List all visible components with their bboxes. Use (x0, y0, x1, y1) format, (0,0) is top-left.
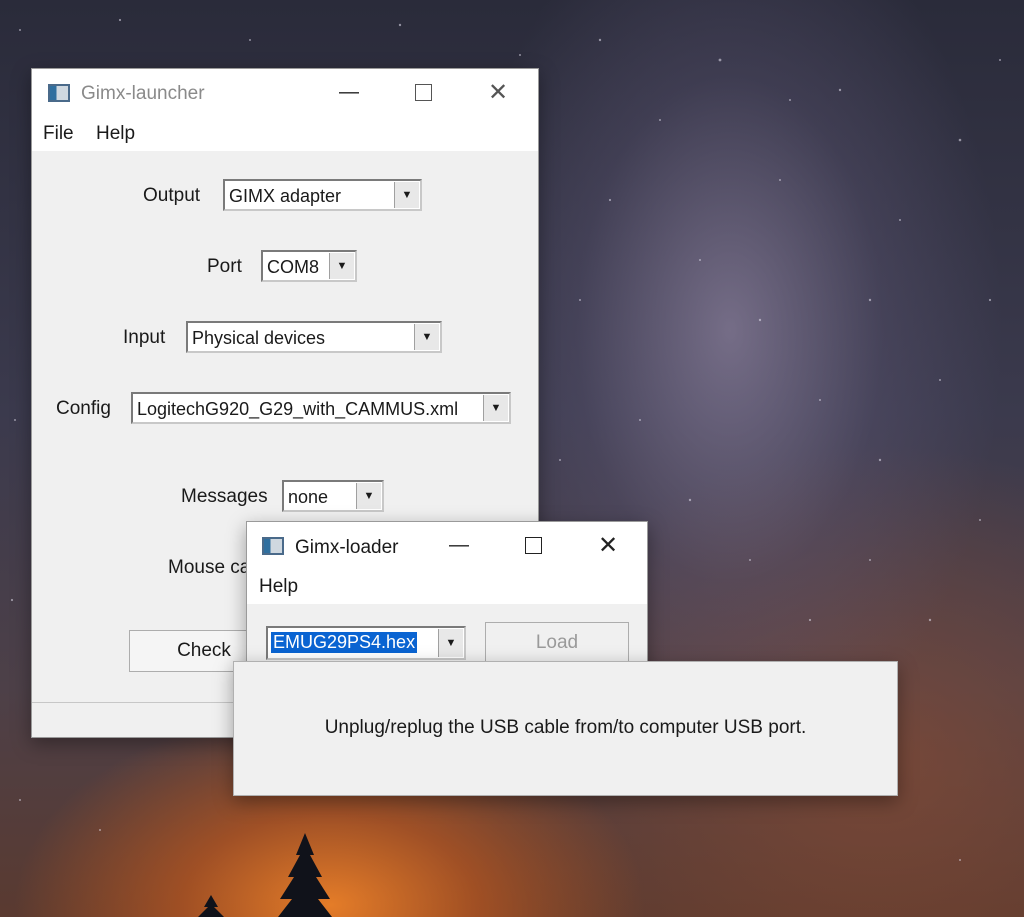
firmware-select[interactable]: EMUG29PS4.hex ▼ (266, 626, 466, 660)
chevron-down-icon: ▼ (356, 483, 381, 509)
minimize-button[interactable]: — (319, 69, 379, 115)
loader-menubar: Help (247, 570, 647, 604)
minimize-button[interactable]: — (429, 522, 489, 568)
load-button[interactable]: Load (485, 622, 629, 664)
config-select[interactable]: LogitechG920_G29_with_CAMMUS.xml ▼ (131, 392, 511, 424)
close-button[interactable]: ✕ (468, 69, 528, 115)
input-value: Physical devices (192, 328, 326, 348)
window-title: Gimx-loader (295, 537, 399, 558)
close-icon: ✕ (487, 78, 509, 106)
input-select[interactable]: Physical devices ▼ (186, 321, 442, 353)
output-label: Output (143, 185, 201, 206)
menu-file[interactable]: File (43, 123, 74, 145)
close-icon: ✕ (597, 531, 619, 559)
output-select[interactable]: GIMX adapter ▼ (223, 179, 422, 211)
output-value: GIMX adapter (229, 186, 342, 206)
mouse-label: Mouse ca (168, 557, 251, 578)
launcher-menubar: File Help (32, 117, 538, 151)
app-icon (262, 537, 284, 555)
port-value: COM8 (267, 257, 320, 277)
messages-value: none (288, 487, 329, 507)
input-label: Input (123, 327, 166, 348)
tree-silhouette (278, 833, 332, 917)
maximize-button[interactable] (503, 522, 563, 568)
menu-help[interactable]: Help (259, 576, 298, 598)
config-value: LogitechG920_G29_with_CAMMUS.xml (137, 399, 459, 419)
tree-silhouette (198, 895, 224, 917)
menu-help[interactable]: Help (96, 123, 135, 145)
firmware-value: EMUG29PS4.hex (271, 632, 418, 653)
chevron-down-icon: ▼ (438, 629, 463, 657)
chevron-down-icon: ▼ (414, 324, 439, 350)
minimize-icon: — (449, 533, 469, 556)
minimize-icon: — (339, 80, 359, 103)
messages-select[interactable]: none ▼ (282, 480, 384, 512)
chevron-down-icon: ▼ (394, 182, 419, 208)
chevron-down-icon: ▼ (329, 253, 354, 279)
port-label: Port (207, 256, 242, 277)
maximize-icon (524, 536, 542, 554)
app-icon (48, 84, 70, 102)
message-popup: Unplug/replug the USB cable from/to comp… (233, 661, 898, 796)
launcher-titlebar[interactable]: Gimx-launcher — ✕ (32, 69, 538, 117)
close-button[interactable]: ✕ (578, 522, 638, 568)
messages-label: Messages (181, 486, 268, 507)
config-label: Config (56, 398, 111, 419)
loader-titlebar[interactable]: Gimx-loader — ✕ (247, 522, 647, 570)
loader-window: Gimx-loader — ✕ Help EMUG29PS4.hex ▼ Loa… (246, 521, 648, 673)
window-title: Gimx-launcher (81, 83, 205, 104)
port-select[interactable]: COM8 ▼ (261, 250, 357, 282)
chevron-down-icon: ▼ (483, 395, 508, 421)
popup-message: Unplug/replug the USB cable from/to comp… (324, 717, 807, 738)
maximize-button[interactable] (393, 69, 453, 115)
maximize-icon (414, 83, 432, 101)
